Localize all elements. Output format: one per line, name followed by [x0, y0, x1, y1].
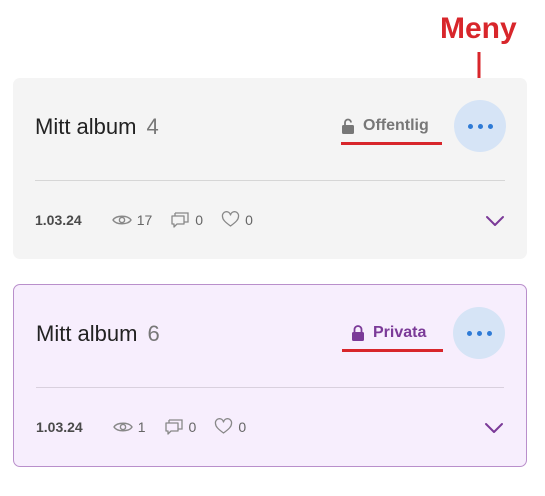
- privacy-status[interactable]: Privata: [351, 324, 426, 342]
- menu-dot: [477, 123, 483, 129]
- lock-open-icon: [342, 118, 354, 134]
- album-title: Mitt album 6: [36, 321, 160, 347]
- annotation-underline: [342, 349, 443, 352]
- album-card-private[interactable]: Mitt album 6 Privata 1.03.24 1 0 0: [13, 284, 527, 467]
- menu-dot: [487, 123, 493, 129]
- comment-icon: [164, 419, 183, 435]
- privacy-label: Privata: [373, 324, 427, 341]
- album-title-text: Mitt album: [36, 321, 138, 346]
- album-photo-count: 4: [146, 114, 159, 139]
- annotation-label: Meny: [440, 12, 517, 45]
- likes-count: 0: [245, 211, 253, 228]
- album-card-public[interactable]: Mitt album 4 Offentlig 1.03.24 17 0 0: [13, 78, 527, 259]
- chevron-down-icon[interactable]: [485, 215, 505, 227]
- album-date: 1.03.24: [36, 418, 83, 435]
- menu-dot: [476, 330, 482, 336]
- menu-dot: [486, 330, 492, 336]
- chevron-down-icon[interactable]: [484, 422, 504, 434]
- views-stat: 17: [111, 211, 153, 228]
- album-meta: 1.03.24 17 0 0: [35, 211, 271, 228]
- comments-stat: 0: [164, 418, 197, 435]
- comments-count: 0: [188, 418, 197, 435]
- privacy-label: Offentlig: [363, 117, 429, 134]
- menu-dot: [466, 330, 472, 336]
- menu-button[interactable]: [453, 307, 505, 359]
- album-date: 1.03.24: [35, 211, 82, 228]
- album-title: Mitt album 4: [35, 114, 159, 140]
- divider: [35, 180, 505, 181]
- divider: [36, 387, 504, 388]
- comment-icon: [171, 212, 189, 228]
- eye-icon: [111, 215, 132, 224]
- album-photo-count: 6: [147, 321, 160, 346]
- lock-icon: [352, 324, 364, 341]
- album-title-text: Mitt album: [35, 114, 137, 139]
- heart-icon: [221, 211, 240, 227]
- views-count: 17: [136, 211, 153, 228]
- likes-count: 0: [238, 418, 247, 435]
- views-count: 1: [137, 418, 146, 435]
- likes-stat: 0: [221, 211, 253, 228]
- eye-icon: [112, 422, 133, 431]
- comments-stat: 0: [170, 211, 203, 228]
- likes-stat: 0: [214, 418, 246, 435]
- menu-button[interactable]: [454, 100, 506, 152]
- comments-count: 0: [195, 211, 204, 228]
- heart-icon: [215, 418, 233, 434]
- album-meta: 1.03.24 1 0 0: [36, 418, 264, 435]
- privacy-status[interactable]: Offentlig: [341, 117, 429, 135]
- annotation-underline: [341, 142, 442, 145]
- menu-dot: [467, 123, 473, 129]
- views-stat: 1: [112, 418, 146, 435]
